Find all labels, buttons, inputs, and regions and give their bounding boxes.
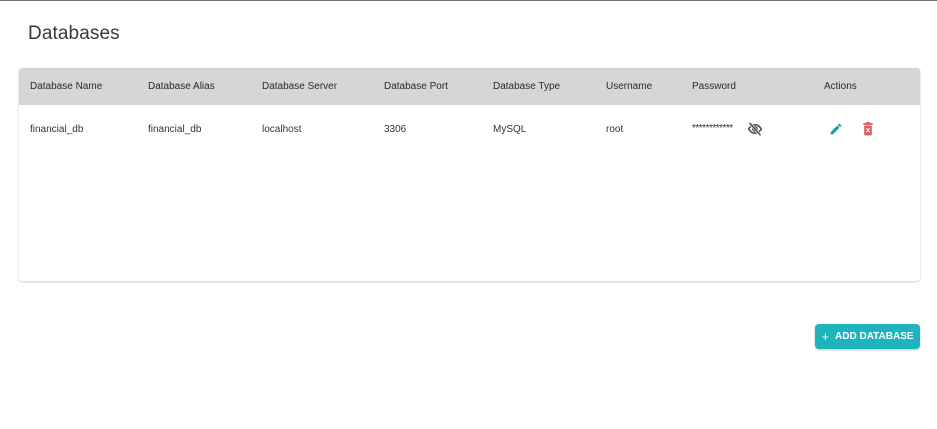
add-database-button[interactable]: + ADD DATABASE xyxy=(815,324,920,349)
add-database-label: ADD DATABASE xyxy=(835,331,914,342)
eye-off-icon[interactable] xyxy=(747,122,763,136)
column-header-username[interactable]: Username xyxy=(606,81,652,92)
column-header-password[interactable]: Password xyxy=(692,81,736,92)
column-header-database-alias[interactable]: Database Alias xyxy=(148,81,215,92)
cell-database-port: 3306 xyxy=(384,124,407,135)
plus-icon: + xyxy=(821,328,830,344)
page-title: Databases xyxy=(28,23,120,44)
column-header-database-port[interactable]: Database Port xyxy=(384,81,448,92)
column-header-actions: Actions xyxy=(824,81,857,92)
trash-icon[interactable] xyxy=(862,122,874,136)
cell-database-type: MySQL xyxy=(493,124,527,135)
databases-table: Database Name Database Alias Database Se… xyxy=(19,68,920,281)
cell-password-masked: ************ xyxy=(692,123,733,134)
table-header: Database Name Database Alias Database Se… xyxy=(19,68,920,105)
column-header-database-type[interactable]: Database Type xyxy=(493,81,560,92)
pencil-icon[interactable] xyxy=(829,122,843,136)
cell-database-name: financial_db xyxy=(30,124,84,135)
cell-database-alias: financial_db xyxy=(148,124,202,135)
cell-username: root xyxy=(606,124,624,135)
cell-database-server: localhost xyxy=(262,124,302,135)
column-header-database-name[interactable]: Database Name xyxy=(30,81,102,92)
column-header-database-server[interactable]: Database Server xyxy=(262,81,337,92)
